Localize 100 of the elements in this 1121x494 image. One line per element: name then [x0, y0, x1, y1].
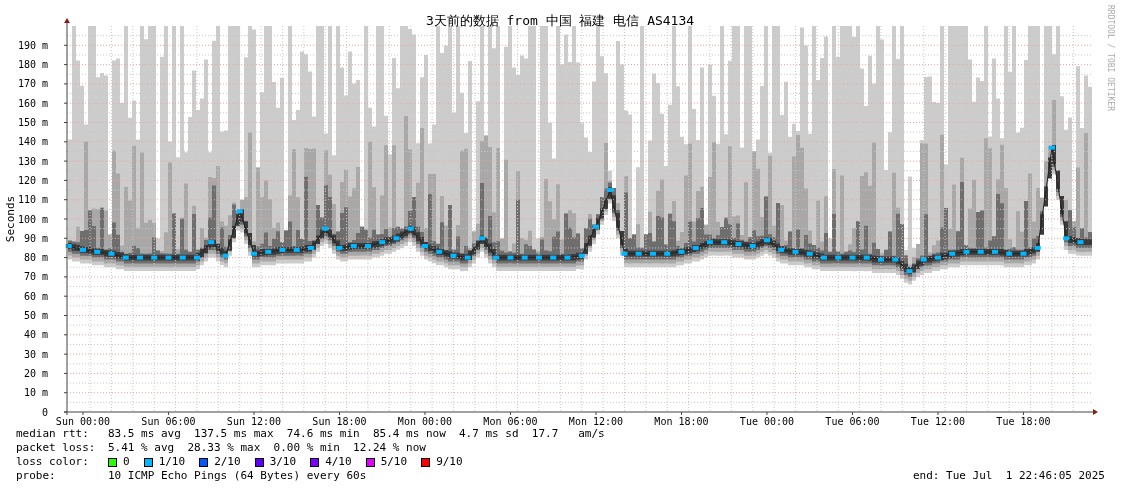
x-tick-label: Sun 18:00: [312, 416, 367, 425]
data-point: [564, 255, 571, 260]
data-point: [122, 255, 129, 260]
y-tick-label: 140 m: [17, 136, 48, 148]
data-point: [649, 251, 656, 256]
legend-label: median rtt:: [16, 427, 90, 441]
y-tick-label: 40 m: [23, 329, 48, 341]
data-point: [1034, 245, 1041, 250]
data-point: [136, 255, 143, 260]
data-point: [906, 269, 913, 274]
y-tick-label: 20 m: [23, 367, 48, 379]
legend-item-label: 0: [123, 455, 130, 469]
data-point: [307, 245, 314, 250]
data-point: [550, 255, 557, 260]
x-tick-label: Sun 00:00: [55, 416, 111, 425]
data-point: [721, 240, 728, 245]
data-point: [165, 255, 172, 260]
data-point: [1020, 251, 1027, 256]
data-point: [236, 209, 243, 214]
legend-item-label: 4/10: [325, 455, 352, 469]
data-point: [222, 253, 229, 258]
data-point: [835, 255, 842, 260]
data-point: [778, 247, 785, 252]
legend-values: 5.41 % avg 28.33 % max 0.00 % min 12.24 % now: [108, 441, 426, 455]
legend-values: 10 ICMP Echo Pings (64 Bytes) every 60s: [108, 469, 367, 483]
data-point: [464, 255, 471, 260]
y-tick-label: 70 m: [23, 271, 48, 283]
y-tick-label: 60 m: [23, 290, 48, 302]
data-point: [621, 251, 628, 256]
legend-item-label: 2/10: [214, 455, 241, 469]
data-point: [664, 251, 671, 256]
data-point: [393, 236, 400, 241]
data-point: [478, 236, 485, 241]
data-point: [920, 257, 927, 262]
end-time: end: Tue Jul 1 22:46:05 2025: [912, 469, 1105, 483]
data-point: [735, 242, 742, 247]
data-point: [79, 247, 86, 252]
data-point: [792, 249, 799, 254]
data-point: [678, 249, 685, 254]
data-point: [521, 255, 528, 260]
x-tick-label: Tue 12:00: [910, 416, 966, 425]
data-point: [507, 255, 514, 260]
data-point: [279, 247, 286, 252]
data-point: [820, 255, 827, 260]
data-point: [407, 226, 414, 231]
data-point: [421, 244, 428, 248]
y-tick-label: 120 m: [17, 174, 48, 186]
y-tick-label: 180 m: [17, 59, 48, 71]
data-point: [65, 244, 72, 248]
data-point: [692, 245, 699, 250]
y-tick-label: 190 m: [17, 39, 48, 51]
data-point: [1048, 145, 1055, 150]
data-point: [108, 251, 115, 256]
y-tick-label: 30 m: [23, 348, 48, 360]
data-point: [436, 249, 443, 254]
data-point: [265, 249, 272, 254]
data-point: [877, 257, 884, 262]
legend-item-label: 1/10: [158, 455, 186, 469]
chart-title: 3天前的数据 from 中国 福建 电信 AS4134: [425, 13, 695, 28]
x-tick-label: Tue 00:00: [739, 416, 795, 425]
data-point: [1077, 240, 1084, 245]
data-point: [863, 255, 870, 260]
legend-item-label: 9/10: [436, 455, 463, 469]
data-point: [364, 244, 371, 248]
data-point: [963, 249, 970, 254]
legend-values: 83.5 ms avg 137.5 ms max 74.6 ms min 85.4 ms now 4.7 ms sd 17.7 am/s: [108, 427, 605, 441]
data-point: [250, 251, 257, 256]
data-point: [949, 251, 956, 256]
legend-label: probe:: [16, 469, 57, 483]
data-point: [635, 251, 642, 256]
legend-item-label: 5/10: [380, 455, 408, 469]
data-point: [336, 245, 343, 250]
y-tick-label: 150 m: [17, 117, 48, 128]
data-point: [193, 255, 200, 260]
y-tick-label: 130 m: [17, 155, 48, 167]
rrdtool-credit: RRDTOOL / TOBI OETIKER: [1106, 5, 1115, 111]
data-point: [1063, 236, 1070, 241]
x-tick-label: Mon 12:00: [568, 416, 624, 425]
data-point: [350, 244, 357, 248]
data-point: [991, 249, 998, 254]
legend-label: packet loss:: [16, 441, 97, 455]
y-tick-label: 50 m: [23, 310, 48, 321]
data-point: [749, 244, 756, 248]
x-tick-label: Sun 12:00: [226, 416, 282, 425]
data-point: [849, 255, 856, 260]
y-tick-label: 160 m: [17, 97, 48, 109]
data-point: [706, 240, 713, 245]
data-point: [151, 255, 158, 260]
data-point: [293, 247, 300, 252]
data-point: [977, 249, 984, 254]
data-point: [592, 224, 599, 229]
data-point: [94, 249, 101, 254]
x-tick-label: Tue 06:00: [825, 416, 880, 425]
data-point: [607, 188, 614, 193]
y-tick-label: 170 m: [17, 78, 48, 90]
y-tick-label: 80 m: [23, 252, 48, 264]
data-point: [379, 240, 386, 245]
data-point: [892, 257, 899, 262]
x-tick-label: Sun 06:00: [141, 416, 196, 425]
y-tick-label: 10 m: [23, 387, 48, 399]
